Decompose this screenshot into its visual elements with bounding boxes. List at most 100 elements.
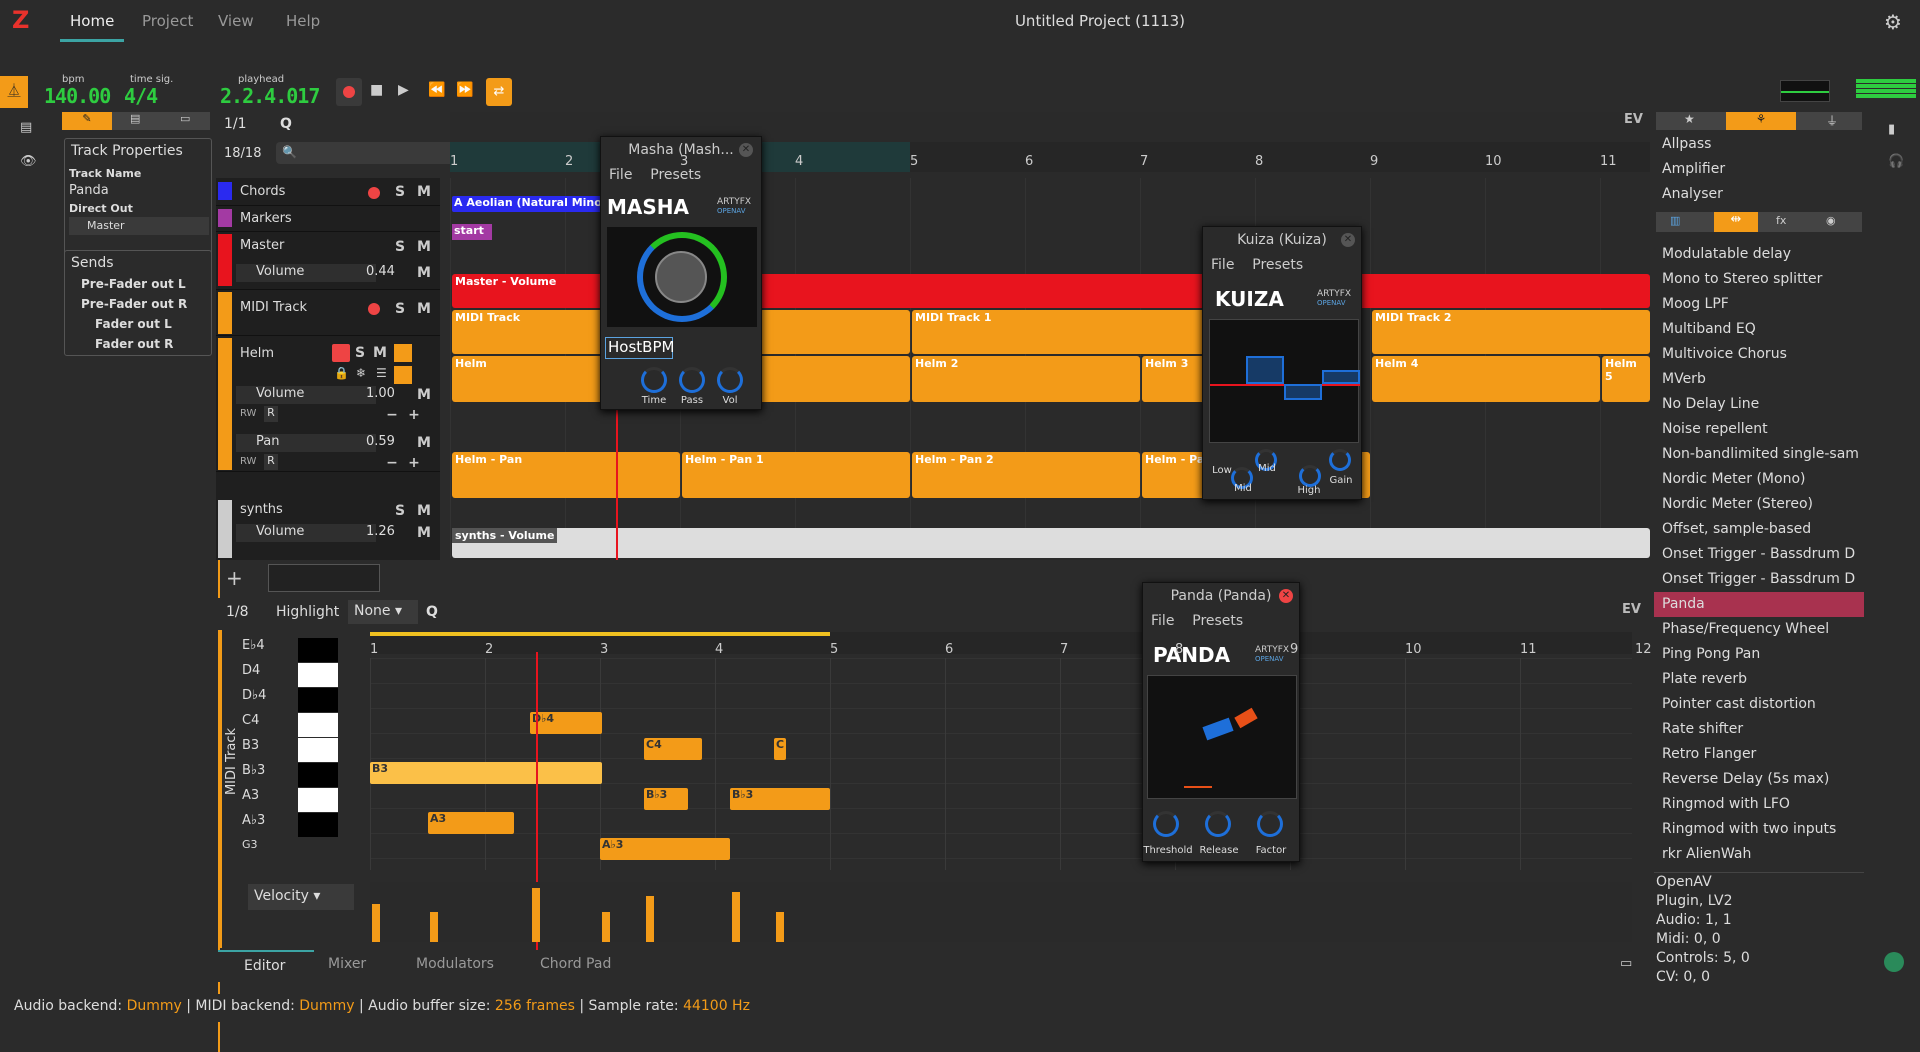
editor-ruler[interactable] <box>370 632 1632 654</box>
helm-pan-region-1[interactable]: Helm - Pan 1 <box>682 452 910 498</box>
helm-pan-read[interactable]: R <box>264 454 278 470</box>
master-volume-value[interactable]: 0.44 <box>366 264 395 279</box>
master-volume-mute[interactable]: M <box>416 264 432 282</box>
plugin-item[interactable]: Nordic Meter (Stereo) <box>1654 492 1864 517</box>
chords-solo-button[interactable]: S <box>392 183 408 201</box>
plugin-item[interactable]: Noise repellent <box>1654 417 1864 442</box>
plugin-item[interactable]: Ringmod with two inputs <box>1654 817 1864 842</box>
helm-region-2[interactable]: Helm 2 <box>912 356 1140 402</box>
tab-help[interactable]: Help <box>276 0 330 42</box>
category-amplifier[interactable]: Amplifier <box>1654 157 1864 182</box>
tab-home[interactable]: Home <box>60 0 125 42</box>
panda-presets-menu[interactable]: Presets <box>1192 613 1243 629</box>
helm-solo-button[interactable]: S <box>352 344 368 362</box>
synths-volume-value[interactable]: 1.26 <box>366 524 395 539</box>
key-bb3[interactable] <box>298 763 338 787</box>
kuiza-gain-knob[interactable] <box>1329 449 1351 471</box>
plugin-item[interactable]: Ringmod with LFO <box>1654 792 1864 817</box>
panda-close-icon[interactable]: ✕ <box>1279 589 1293 603</box>
tab-window-icon[interactable]: ▭ <box>180 112 190 125</box>
plugin-item[interactable]: Rate shifter <box>1654 717 1864 742</box>
tab-modulators[interactable]: Modulators <box>416 956 494 972</box>
masha-presets-menu[interactable]: Presets <box>650 167 701 183</box>
helm-volume-add[interactable]: + <box>406 406 422 424</box>
editor-quantize[interactable]: Q <box>426 604 438 620</box>
record-button[interactable] <box>336 78 362 106</box>
automation-icon[interactable] <box>394 366 412 384</box>
panda-factor-knob[interactable] <box>1257 811 1283 837</box>
event-viewer-toggle[interactable]: EV <box>1624 112 1648 132</box>
note-a3[interactable]: A3 <box>428 812 514 834</box>
track-chords[interactable]: Chords S M <box>216 178 440 206</box>
midi-solo-button[interactable]: S <box>392 300 408 318</box>
plugin-item[interactable]: Onset Trigger - Bassdrum D <box>1654 542 1864 567</box>
plugin-item[interactable]: MVerb <box>1654 367 1864 392</box>
panda-release-knob[interactable] <box>1205 811 1231 837</box>
kuiza-eq-display[interactable] <box>1209 319 1360 443</box>
helm-pan-remove[interactable]: − <box>384 454 400 472</box>
metronome-icon[interactable]: ⏅ <box>0 76 28 108</box>
helm-pan-region[interactable]: Helm - Pan <box>452 452 680 498</box>
plugin-item[interactable]: Reverse Delay (5s max) <box>1654 767 1864 792</box>
chat-icon[interactable] <box>1884 952 1904 972</box>
quantize-button[interactable]: Q <box>280 116 292 132</box>
lanes-icon[interactable]: ☰ <box>376 366 387 380</box>
tab-list-icon[interactable]: ▤ <box>130 112 140 125</box>
panda-threshold-knob[interactable] <box>1153 811 1179 837</box>
helm-volume-read[interactable]: R <box>264 406 278 422</box>
note-b3[interactable]: B3 <box>370 762 602 784</box>
helm-volume-mute[interactable]: M <box>416 386 432 404</box>
plugin-item[interactable]: Phase/Frequency Wheel <box>1654 617 1864 642</box>
plugin-item[interactable]: Onset Trigger - Bassdrum D <box>1654 567 1864 592</box>
kuiza-close-icon[interactable]: ✕ <box>1341 233 1355 247</box>
key-c4[interactable] <box>298 713 338 737</box>
visibility-icon[interactable]: 👁 <box>20 154 37 169</box>
tab-editor[interactable]: Editor <box>218 950 314 980</box>
file-browser-icon[interactable]: ▮ <box>1888 122 1895 137</box>
loop-icon[interactable]: ⇄ <box>486 78 512 106</box>
masha-close-icon[interactable]: ✕ <box>739 143 753 157</box>
stop-icon[interactable]: ■ <box>370 82 383 98</box>
track-props-tab-icon[interactable]: ✎ <box>62 112 112 130</box>
plugin-item[interactable]: Multiband EQ <box>1654 317 1864 342</box>
track-helm[interactable]: Helm S M 🔒 ❄ ☰ Volume 1.00 M RW R − + Pa… <box>216 336 440 472</box>
helm-pan-add[interactable]: + <box>406 454 422 472</box>
track-drop-area[interactable] <box>268 564 380 592</box>
panda-display[interactable] <box>1147 675 1297 799</box>
playhead-display[interactable]: 2.2.4.017 <box>220 84 320 108</box>
tab-chord-pad[interactable]: Chord Pad <box>540 956 611 972</box>
helm-region-4[interactable]: Helm 4 <box>1372 356 1600 402</box>
masha-hostbpm-field[interactable]: HostBPM <box>605 337 674 359</box>
masha-pass-knob[interactable] <box>679 367 705 393</box>
key-d4[interactable] <box>298 663 338 687</box>
send-fader-r[interactable]: Fader out R <box>95 337 173 351</box>
track-midi[interactable]: MIDI Track S M <box>216 290 440 336</box>
category-analyser[interactable]: Analyser <box>1654 182 1864 207</box>
start-marker[interactable]: start <box>452 224 492 240</box>
chord-region[interactable]: A Aeolian (Natural Minor) <box>452 196 612 212</box>
key-ab3[interactable] <box>298 813 338 837</box>
plugin-item[interactable]: Plate reverb <box>1654 667 1864 692</box>
synths-solo-button[interactable]: S <box>392 502 408 520</box>
note-c4-short[interactable]: C <box>774 738 786 760</box>
track-synths[interactable]: synths S M Volume 1.26 M <box>216 498 440 560</box>
note-ab3[interactable]: A♭3 <box>600 838 730 860</box>
key-eb4[interactable] <box>298 638 338 662</box>
send-pre-fader-l[interactable]: Pre-Fader out L <box>81 277 186 291</box>
add-track-icon[interactable]: + <box>226 566 243 590</box>
tab-mixer[interactable]: Mixer <box>328 956 366 972</box>
track-master[interactable]: Master S M Volume 0.44 M <box>216 232 440 290</box>
helm-instrument-button[interactable] <box>394 344 412 362</box>
snap-grid-select[interactable]: 1/1 <box>224 116 247 132</box>
chords-record-button[interactable] <box>368 187 380 199</box>
helm-volume-remove[interactable]: − <box>384 406 400 424</box>
kuiza-file-menu[interactable]: File <box>1211 257 1234 273</box>
helm-mute-button[interactable]: M <box>372 344 388 362</box>
category-allpass[interactable]: Allpass <box>1654 132 1864 157</box>
plugin-item[interactable]: Offset, sample-based <box>1654 517 1864 542</box>
fast-forward-icon[interactable]: ⏩ <box>456 82 473 98</box>
masha-vol-knob[interactable] <box>717 367 743 393</box>
plugin-item[interactable]: Pointer cast distortion <box>1654 692 1864 717</box>
helm-pan-rw[interactable]: RW <box>240 456 256 467</box>
plugin-item-selected[interactable]: Panda <box>1654 592 1864 617</box>
